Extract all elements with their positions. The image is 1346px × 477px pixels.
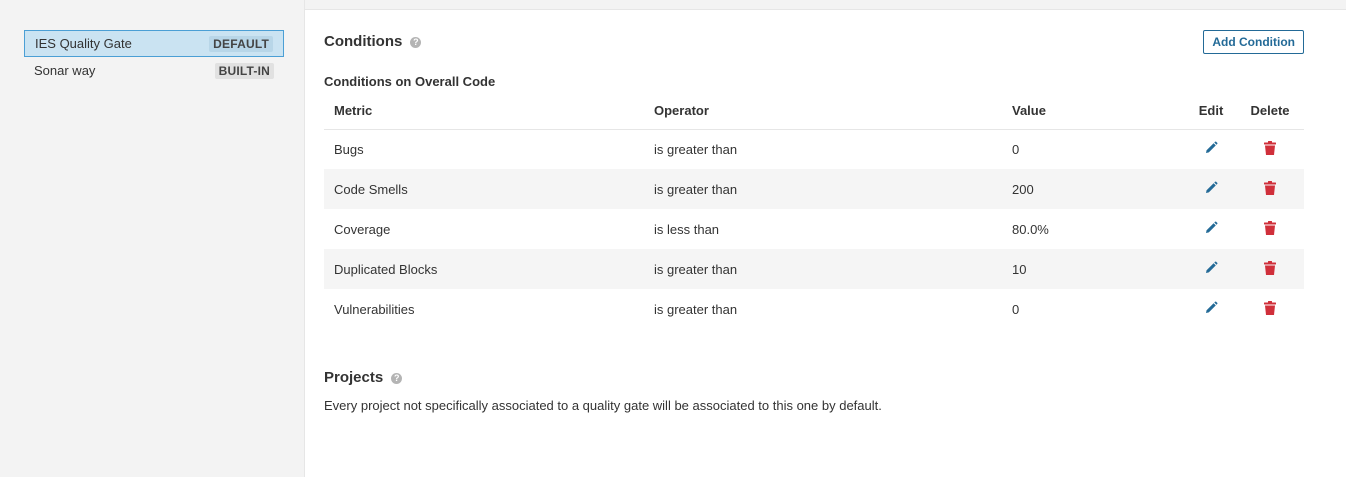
pencil-icon[interactable] xyxy=(1204,261,1218,278)
trash-icon[interactable] xyxy=(1264,260,1276,278)
gate-name: Sonar way xyxy=(34,63,96,78)
projects-title: Projects xyxy=(324,369,384,386)
conditions-table: Metric Operator Value Edit Delete Bugs i… xyxy=(324,92,1304,329)
metric-cell: Coverage xyxy=(334,221,391,237)
conditions-heading: Conditions ? xyxy=(324,33,422,50)
table-header-row: Metric Operator Value Edit Delete xyxy=(324,92,1304,129)
metric-cell: Code Smells xyxy=(334,181,408,197)
quality-gates-sidebar: IES Quality Gate DEFAULT Sonar way BUILT… xyxy=(0,0,305,477)
table-row: Vulnerabilities is greater than 0 xyxy=(324,289,1304,329)
pencil-icon[interactable] xyxy=(1204,221,1218,238)
top-bar xyxy=(305,0,1346,10)
operator-cell: is greater than xyxy=(654,301,738,317)
pencil-icon[interactable] xyxy=(1204,301,1218,318)
trash-icon[interactable] xyxy=(1264,140,1276,158)
trash-icon[interactable] xyxy=(1264,300,1276,318)
value-cell: 0 xyxy=(1012,301,1020,317)
operator-cell: is greater than xyxy=(654,261,738,277)
value-cell: 10 xyxy=(1012,261,1027,277)
metric-cell: Bugs xyxy=(334,141,364,157)
add-condition-button[interactable]: Add Condition xyxy=(1203,30,1304,54)
gate-name: IES Quality Gate xyxy=(35,36,132,51)
gate-item-ies-quality-gate[interactable]: IES Quality Gate DEFAULT xyxy=(24,30,284,57)
table-row: Coverage is less than 80.0% xyxy=(324,209,1304,249)
table-row: Bugs is greater than 0 xyxy=(324,129,1304,169)
trash-icon[interactable] xyxy=(1264,180,1276,198)
trash-icon[interactable] xyxy=(1264,220,1276,238)
operator-cell: is greater than xyxy=(654,181,738,197)
built-in-badge: BUILT-IN xyxy=(214,62,274,79)
value-cell: 80.0% xyxy=(1012,221,1049,237)
value-header: Value xyxy=(1012,102,1046,118)
edit-header: Edit xyxy=(1198,102,1224,118)
help-icon[interactable]: ? xyxy=(410,37,422,48)
projects-heading: Projects ? xyxy=(324,369,403,386)
help-icon[interactable]: ? xyxy=(391,373,403,384)
conditions-title: Conditions xyxy=(324,33,403,50)
operator-cell: is less than xyxy=(654,221,720,237)
conditions-subtitle: Conditions on Overall Code xyxy=(324,74,496,89)
metric-header: Metric xyxy=(334,102,373,118)
value-cell: 200 xyxy=(1012,181,1034,197)
pencil-icon[interactable] xyxy=(1204,181,1218,198)
operator-header: Operator xyxy=(654,102,709,118)
operator-cell: is greater than xyxy=(654,141,738,157)
gate-item-sonar-way[interactable]: Sonar way BUILT-IN xyxy=(24,57,284,84)
delete-header: Delete xyxy=(1250,102,1290,118)
metric-cell: Duplicated Blocks xyxy=(334,261,438,277)
pencil-icon[interactable] xyxy=(1204,141,1218,158)
table-row: Code Smells is greater than 200 xyxy=(324,169,1304,209)
projects-description: Every project not specifically associate… xyxy=(324,398,882,413)
value-cell: 0 xyxy=(1012,141,1020,157)
default-badge: DEFAULT xyxy=(209,35,273,52)
table-row: Duplicated Blocks is greater than 10 xyxy=(324,249,1304,289)
metric-cell: Vulnerabilities xyxy=(334,301,415,317)
